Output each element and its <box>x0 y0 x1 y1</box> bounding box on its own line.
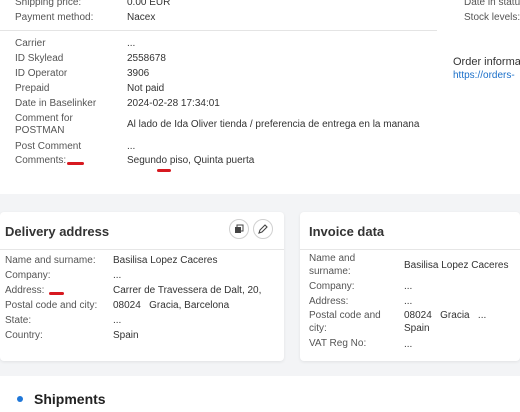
detail-value-comments: Segundo piso, Quinta puerta <box>127 155 255 166</box>
invoice-value-company: ... <box>404 281 413 292</box>
invoice-value-address: ... <box>404 296 413 307</box>
side-panel: Date in statu Stock levels: Order inform… <box>437 0 520 194</box>
invoice-label-postal-1: Postal code and <box>309 310 381 321</box>
detail-label-id-skylead: ID Skylead <box>15 53 64 64</box>
invoice-title: Invoice data <box>309 224 385 239</box>
shipping-price-value: 0.00 EUR <box>127 0 171 8</box>
delivery-value-state: ... <box>113 315 122 326</box>
detail-value-prepaid: Not paid <box>127 83 165 94</box>
delivery-label-country: Country: <box>5 330 43 341</box>
stock-levels-label: Stock levels: <box>464 12 520 23</box>
delivery-label-postal: Postal code and city: <box>5 300 98 311</box>
divider <box>0 30 437 31</box>
highlight-mark <box>157 169 171 172</box>
invoice-value-postal: 08024 Gracia ... <box>404 310 487 321</box>
order-info-title: Order informa <box>453 56 520 68</box>
detail-value-comment-postman: Al lado de Ida Oliver tienda / preferenc… <box>127 119 420 130</box>
detail-label-date: Date in Baselinker <box>15 98 97 109</box>
delivery-title: Delivery address <box>5 224 110 239</box>
delivery-label-company: Company: <box>5 270 51 281</box>
invoice-label-address: Address: <box>309 296 349 307</box>
delivery-label-address: Address: <box>5 285 45 296</box>
detail-value-date: 2024-02-28 17:34:01 <box>127 98 220 109</box>
delivery-label-name: Name and surname: <box>5 255 96 266</box>
detail-label-post-comment: Post Comment <box>15 141 82 152</box>
detail-value-carrier: ... <box>127 38 136 49</box>
detail-label-prepaid: Prepaid <box>15 83 50 94</box>
detail-value-id-operator: 3906 <box>127 68 150 79</box>
highlight-mark <box>49 292 64 295</box>
delivery-value-postal: 08024 Gracia, Barcelona <box>113 300 230 311</box>
detail-value-id-skylead: 2558678 <box>127 53 166 64</box>
invoice-label-name-1: Name and <box>309 253 356 264</box>
detail-value-post-comment: ... <box>127 141 136 152</box>
delivery-value-company: ... <box>113 270 122 281</box>
shipments-title: Shipments <box>34 391 106 407</box>
invoice-value-name: Basilisa Lopez Caceres <box>404 260 509 271</box>
delivery-address-card: Delivery address Name and surname: Basil… <box>0 212 284 361</box>
delivery-label-state: State: <box>5 315 32 326</box>
invoice-value-vat: ... <box>404 339 413 350</box>
divider <box>0 249 284 250</box>
order-details-card: Shipping price: 0.00 EUR Payment method:… <box>0 0 437 194</box>
payment-method-value: Nacex <box>127 12 156 23</box>
divider <box>300 249 520 250</box>
edit-button[interactable] <box>253 219 273 239</box>
copy-icon <box>235 224 244 233</box>
order-info-link[interactable]: https://orders- <box>453 70 515 81</box>
detail-label-carrier: Carrier <box>15 38 46 49</box>
invoice-label-company: Company: <box>309 281 355 292</box>
pencil-icon <box>258 224 268 234</box>
detail-label-comments: Comments: <box>15 155 67 166</box>
date-in-status-label: Date in statu <box>464 0 520 8</box>
invoice-label-name-2: surname: <box>309 266 351 277</box>
invoice-label-vat: VAT Reg No: <box>309 338 367 349</box>
invoice-value-country: Spain <box>404 323 430 334</box>
delivery-value-address: Carrer de Travessera de Dalt, 20, <box>113 285 262 296</box>
payment-method-label: Payment method: <box>15 12 94 23</box>
bullet-icon <box>17 396 23 402</box>
highlight-mark <box>67 162 84 165</box>
delivery-value-name: Basilisa Lopez Caceres <box>113 255 218 266</box>
delivery-value-country: Spain <box>113 330 139 341</box>
copy-button[interactable] <box>229 219 249 239</box>
shipping-price-label: Shipping price: <box>15 0 82 8</box>
invoice-data-card: Invoice data Name and surname: Basilisa … <box>300 212 520 361</box>
invoice-label-postal-2: city: <box>309 323 327 334</box>
detail-label-comment-postman: Comment for POSTMAN <box>15 113 73 136</box>
detail-label-id-operator: ID Operator <box>15 68 68 79</box>
